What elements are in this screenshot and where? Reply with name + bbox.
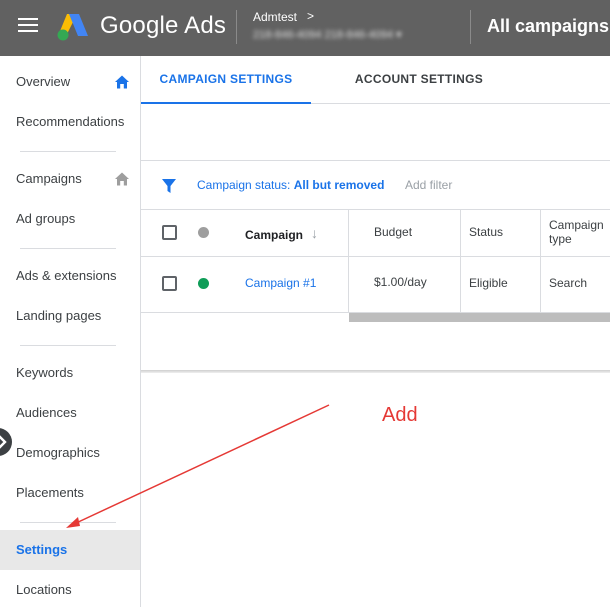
sidebar-item-label: Ads & extensions	[16, 268, 117, 283]
column-label: Campaign	[245, 228, 304, 242]
status-dot-header	[198, 227, 209, 238]
column-divider	[460, 210, 461, 257]
column-divider	[348, 257, 349, 313]
column-label: Campaign type	[549, 218, 604, 246]
settings-tabs: CAMPAIGN SETTINGS ACCOUNT SETTINGS	[141, 56, 610, 104]
tab-campaign-settings[interactable]: CAMPAIGN SETTINGS	[141, 56, 311, 104]
account-id[interactable]: 218-846-4094 218-846-4094 ▾	[253, 28, 402, 41]
sidebar-item-settings[interactable]: Settings	[0, 530, 140, 570]
header-divider	[470, 10, 471, 44]
row-checkbox[interactable]	[162, 276, 177, 291]
status-dot-enabled[interactable]	[198, 278, 209, 289]
google-ads-logo	[57, 14, 88, 41]
campaign-status-filter[interactable]: Campaign status: All but removed	[197, 178, 384, 192]
header-divider	[236, 10, 237, 44]
sidebar-divider	[20, 522, 116, 523]
sidebar-item-recommendations[interactable]: Recommendations	[0, 102, 140, 142]
page-title: All campaigns	[487, 16, 610, 36]
filter-label-value: All but removed	[293, 178, 385, 192]
campaign-status: Eligible	[469, 276, 508, 290]
campaign-type: Search	[549, 276, 588, 290]
sidebar-item-label: Campaigns	[16, 171, 82, 186]
sidebar-divider	[20, 151, 116, 152]
filter-bar: Campaign status: All but removed Add fil…	[141, 160, 610, 210]
chevron-right-icon	[0, 435, 7, 449]
select-all-checkbox[interactable]	[162, 225, 177, 240]
sidebar-item-landing-pages[interactable]: Landing pages	[0, 296, 140, 336]
sidebar-item-keywords[interactable]: Keywords	[0, 353, 140, 393]
table-header: Campaign ↓ Budget Status Campaign type	[141, 210, 610, 257]
sidebar-item-placements[interactable]: Placements	[0, 473, 140, 513]
account-chevron-icon[interactable]: >	[307, 9, 314, 23]
sidebar-item-demographics[interactable]: Demographics	[0, 433, 140, 473]
add-filter-button[interactable]: Add filter	[405, 178, 452, 192]
column-divider	[460, 257, 461, 313]
sidebar-item-locations[interactable]: Locations	[0, 570, 140, 607]
sidebar-item-label: Demographics	[16, 445, 100, 460]
home-icon	[115, 172, 129, 186]
filter-funnel-icon[interactable]	[161, 178, 177, 194]
sidebar-item-ad-groups[interactable]: Ad groups	[0, 199, 140, 239]
sidebar-item-label: Audiences	[16, 405, 77, 420]
sidebar-item-audiences[interactable]: Audiences	[0, 393, 140, 433]
sidebar-item-label: Ad groups	[16, 211, 76, 226]
column-divider	[348, 210, 349, 257]
sidebar-divider	[20, 345, 116, 346]
hamburger-menu-icon[interactable]	[18, 18, 38, 34]
column-divider	[540, 210, 541, 257]
sidebar-item-label: Placements	[16, 485, 84, 500]
sidebar-divider	[20, 248, 116, 249]
account-name[interactable]: Admtest	[253, 10, 297, 24]
column-label: Status	[469, 225, 504, 239]
brand-name: Google Ads	[100, 12, 227, 39]
column-label: Budget	[374, 225, 413, 239]
column-header-campaign-type[interactable]: Campaign type	[549, 210, 610, 257]
sort-arrow-icon[interactable]: ↓	[311, 225, 318, 241]
sidebar-item-ads-extensions[interactable]: Ads & extensions	[0, 256, 140, 296]
campaign-name-link[interactable]: Campaign #1	[245, 276, 316, 290]
tab-account-settings[interactable]: ACCOUNT SETTINGS	[311, 56, 527, 104]
table-row[interactable]: Campaign #1 $1.00/day Eligible Search	[141, 257, 610, 313]
table-card-bottom-edge	[141, 370, 610, 373]
sidebar-nav: Overview Recommendations Campaigns Ad gr…	[0, 56, 141, 607]
sidebar-item-label: Overview	[16, 74, 71, 89]
sidebar-item-label: Keywords	[16, 365, 74, 380]
sidebar-item-label: Locations	[16, 582, 72, 597]
filter-label-prefix: Campaign status:	[197, 178, 294, 192]
home-icon	[115, 75, 129, 89]
campaign-budget[interactable]: $1.00/day	[374, 275, 427, 289]
sidebar-item-label: Settings	[16, 542, 68, 557]
annotation-text: Add	[382, 404, 418, 426]
sidebar-item-label: Recommendations	[16, 114, 125, 129]
horizontal-scrollbar[interactable]	[349, 313, 610, 322]
top-app-bar: Google Ads Admtest > 218-846-4094 218-84…	[0, 0, 610, 56]
sidebar-item-label: Landing pages	[16, 308, 102, 323]
column-divider	[540, 257, 541, 313]
